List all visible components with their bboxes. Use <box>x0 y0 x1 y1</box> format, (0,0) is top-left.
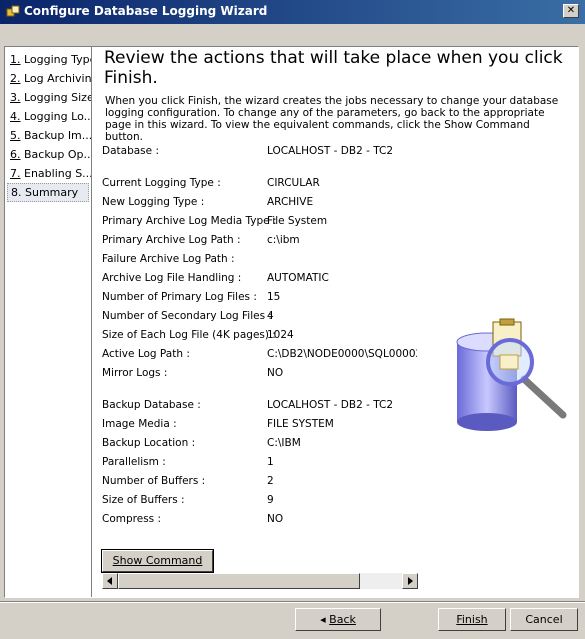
footer-separator <box>0 601 585 603</box>
scroll-right-button[interactable] <box>402 573 418 589</box>
scrollbar-thumb[interactable] <box>118 573 360 589</box>
summary-panel: Review the actions that will take place … <box>93 47 578 597</box>
finish-button[interactable]: Finish <box>438 608 506 631</box>
window-title: Configure Database Logging Wizard <box>24 4 268 18</box>
nav-step-summary[interactable]: 8. Summary <box>7 183 89 202</box>
arrow-left-icon: ◂ <box>320 613 330 626</box>
page-description: When you click Finish, the wizard create… <box>105 95 559 143</box>
nav-step-enabling-scheduling[interactable]: 7. Enabling S... <box>5 164 91 183</box>
scroll-left-button[interactable] <box>102 573 118 589</box>
show-command-button[interactable]: Show Command <box>101 549 214 573</box>
title-bar: Configure Database Logging Wizard ✕ <box>0 0 585 24</box>
nav-step-logging-type[interactable]: 1. Logging Type <box>5 50 91 69</box>
wizard-step-nav: 1. Logging Type 2. Log Archiving 3. Logg… <box>5 47 92 597</box>
page-title: Review the actions that will take place … <box>104 48 563 88</box>
horizontal-scrollbar[interactable] <box>102 573 418 589</box>
nav-step-backup-options[interactable]: 6. Backup Op... <box>5 145 91 164</box>
nav-step-log-archiving[interactable]: 2. Log Archiving <box>5 69 91 88</box>
nav-step-logging-size[interactable]: 3. Logging Size <box>5 88 91 107</box>
wizard-app-icon <box>6 5 20 17</box>
close-button[interactable]: ✕ <box>563 4 579 18</box>
nav-step-backup-image[interactable]: 5. Backup Im... <box>5 126 91 145</box>
cancel-button[interactable]: Cancel <box>510 608 578 631</box>
close-icon: ✕ <box>566 5 576 16</box>
back-button[interactable]: ◂ Back <box>295 608 381 631</box>
arrow-left-icon <box>107 577 112 585</box>
nav-step-logging-location[interactable]: 4. Logging Lo... <box>5 107 91 126</box>
database-review-illustration <box>456 318 567 431</box>
arrow-right-icon <box>408 577 413 585</box>
